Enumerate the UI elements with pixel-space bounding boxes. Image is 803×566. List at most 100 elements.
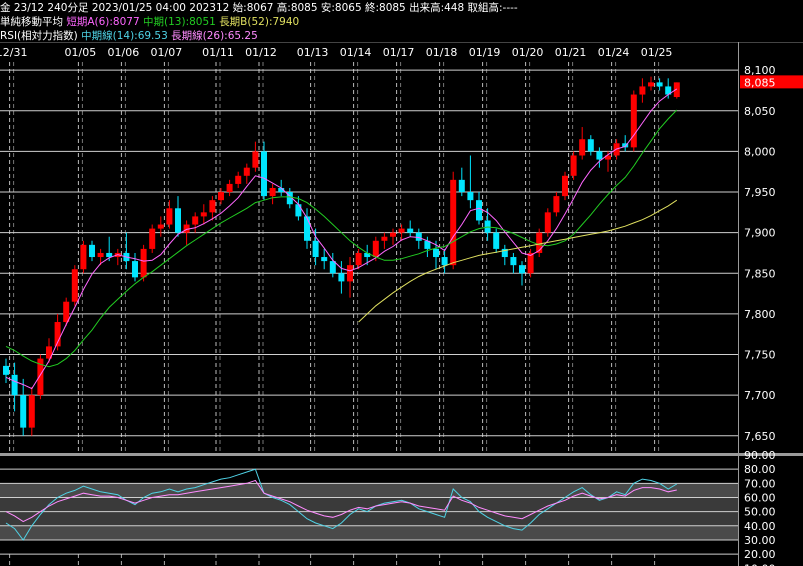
date-label: 01/07 bbox=[151, 46, 183, 59]
rsi-band bbox=[0, 483, 738, 498]
date-label: 01/05 bbox=[65, 46, 97, 59]
candle-body bbox=[192, 216, 199, 225]
candle-body bbox=[20, 395, 27, 428]
date-label: 01/25 bbox=[641, 46, 673, 59]
candle-body bbox=[415, 232, 422, 241]
candle-body bbox=[441, 257, 448, 266]
candle-body bbox=[398, 228, 405, 233]
candle-body bbox=[381, 236, 388, 241]
candle-body bbox=[493, 232, 500, 249]
price-grid bbox=[0, 69, 738, 437]
candle-body bbox=[587, 139, 594, 152]
date-label: 12/31 bbox=[0, 46, 27, 59]
candle-body bbox=[312, 240, 319, 258]
price-tick-label: 7,700 bbox=[744, 389, 776, 402]
date-label: 01/11 bbox=[202, 46, 234, 59]
price-tick-label: 7,800 bbox=[744, 308, 776, 321]
candle-body bbox=[132, 261, 138, 278]
date-label: 01/19 bbox=[469, 46, 501, 59]
candle-body bbox=[347, 265, 353, 282]
panel-divider bbox=[0, 453, 803, 456]
candle-body bbox=[175, 208, 181, 233]
rsi-tick-label: 30.00 bbox=[744, 534, 776, 547]
candle-body bbox=[243, 167, 250, 176]
price-tick-label: 7,950 bbox=[744, 186, 776, 199]
candle-body bbox=[11, 374, 18, 396]
candle-body bbox=[673, 82, 680, 97]
rsi-band bbox=[0, 497, 738, 512]
candle-body bbox=[596, 151, 603, 160]
candle-body bbox=[63, 301, 70, 323]
price-tick-label: 7,750 bbox=[744, 349, 776, 362]
candle-body bbox=[372, 240, 379, 258]
date-label: 01/20 bbox=[512, 46, 544, 59]
candle-body bbox=[226, 183, 233, 193]
date-label: 01/18 bbox=[426, 46, 458, 59]
date-label: 01/06 bbox=[108, 46, 140, 59]
date-label: 01/13 bbox=[297, 46, 329, 59]
candle-body bbox=[390, 232, 396, 237]
candle-body bbox=[433, 248, 439, 258]
price-tick-label: 8,050 bbox=[744, 105, 776, 118]
series-line bbox=[5, 109, 678, 368]
candle-body bbox=[579, 139, 586, 156]
candle-body bbox=[407, 228, 414, 233]
rsi-band bbox=[0, 469, 738, 484]
series-line bbox=[358, 199, 678, 323]
candle-body bbox=[450, 179, 457, 266]
candle-body bbox=[648, 82, 654, 87]
rsi-tick-label: 90.00 bbox=[744, 449, 776, 462]
rsi-tick-label: 20.00 bbox=[744, 548, 776, 561]
candle-body bbox=[467, 192, 474, 201]
series-line bbox=[5, 88, 678, 390]
candles bbox=[3, 76, 680, 436]
rsi-tick-label: 40.00 bbox=[744, 520, 776, 533]
rsi-tick-label: 70.00 bbox=[744, 477, 776, 490]
price-tick-label: 8,000 bbox=[744, 145, 776, 158]
date-label: 01/17 bbox=[383, 46, 415, 59]
rsi-tick-label: 80.00 bbox=[744, 463, 776, 476]
rsi-tick-label: 10.00 bbox=[744, 562, 776, 566]
candle-body bbox=[295, 204, 302, 217]
rsi-band bbox=[0, 511, 738, 526]
rsi-tick-label: 50.00 bbox=[744, 506, 776, 519]
candle-body bbox=[570, 155, 577, 176]
candle-body bbox=[630, 94, 637, 148]
rsi-band bbox=[0, 455, 738, 470]
rsi-tick-label: 60.00 bbox=[744, 491, 776, 504]
date-label: 01/21 bbox=[555, 46, 587, 59]
candle-body bbox=[3, 365, 9, 375]
candle-body bbox=[338, 273, 345, 282]
candle-body bbox=[166, 208, 173, 225]
price-tick-label: 7,650 bbox=[744, 430, 776, 443]
candle-body bbox=[106, 252, 113, 258]
header-divider bbox=[0, 42, 803, 43]
price-tick-label: 7,850 bbox=[744, 267, 776, 280]
candle-body bbox=[218, 192, 224, 201]
candle-body bbox=[544, 212, 551, 233]
rsi-band bbox=[0, 525, 738, 540]
date-label: 01/12 bbox=[245, 46, 277, 59]
price-tick-label: 8,100 bbox=[744, 64, 776, 77]
candle-body bbox=[527, 252, 534, 274]
candle-body bbox=[355, 252, 362, 266]
date-label: 01/14 bbox=[340, 46, 372, 59]
candle-body bbox=[553, 196, 560, 213]
price-tick-label: 7,900 bbox=[744, 227, 776, 240]
candle-body bbox=[321, 257, 328, 262]
candlestick-chart[interactable]: 12/31 01/05 01/06 01/07 01/11 01/12 01/13 01/14… bbox=[0, 0, 803, 566]
candle-body bbox=[28, 395, 35, 428]
candle-body bbox=[140, 248, 147, 278]
candle-body bbox=[639, 86, 646, 95]
candle-body bbox=[80, 244, 87, 270]
candle-body bbox=[458, 179, 465, 193]
candle-body bbox=[261, 151, 267, 197]
candle-body bbox=[235, 175, 242, 184]
candle-body bbox=[157, 224, 164, 229]
candle-body bbox=[510, 257, 517, 266]
candle-body bbox=[476, 200, 482, 221]
candle-body bbox=[209, 200, 216, 213]
candle-body bbox=[71, 269, 78, 302]
candle-body bbox=[89, 244, 95, 258]
rsi-band bbox=[0, 539, 738, 555]
